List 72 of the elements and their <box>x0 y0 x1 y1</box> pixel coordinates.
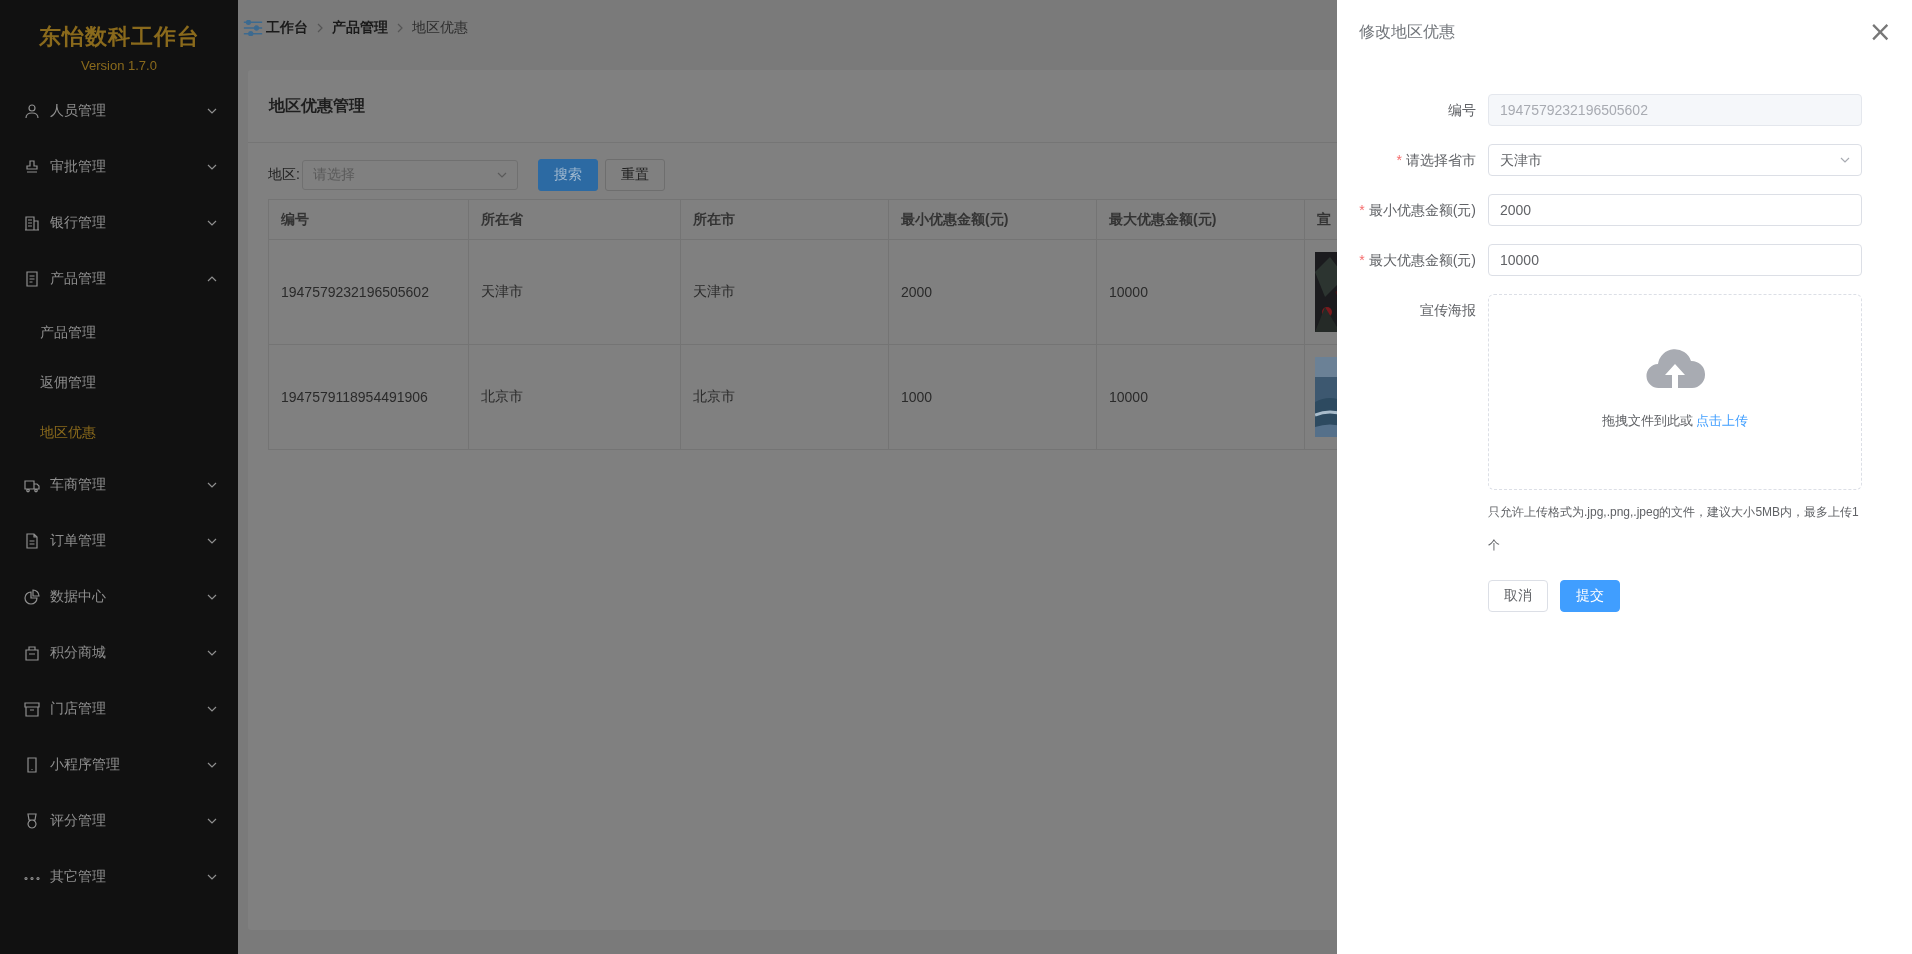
required-mark: * <box>1396 152 1402 168</box>
table-cell: 1947579118954491906 <box>269 345 469 449</box>
chevron-right-icon <box>396 23 404 33</box>
drawer-title: 修改地区优惠 <box>1359 21 1455 42</box>
menu-item[interactable]: 小程序管理 <box>0 737 238 793</box>
sliders-icon[interactable] <box>242 20 264 36</box>
truck-icon <box>24 477 40 493</box>
breadcrumb-item[interactable]: 产品管理 <box>332 19 388 37</box>
file-icon <box>24 533 40 549</box>
menu-item[interactable]: 银行管理 <box>0 195 238 251</box>
column-header: 编号 <box>269 200 469 239</box>
table-cell: 天津市 <box>469 240 681 344</box>
table-cell: 天津市 <box>681 240 889 344</box>
input-field[interactable]: 2000 <box>1488 194 1862 226</box>
field-label: 宣传海报 <box>1420 302 1476 318</box>
menu-item[interactable]: 订单管理 <box>0 513 238 569</box>
menu-item[interactable]: 数据中心 <box>0 569 238 625</box>
menu-item[interactable]: 产品管理 <box>0 251 238 307</box>
table-cell: 10000 <box>1097 240 1305 344</box>
chevron-down-icon <box>496 172 507 178</box>
card-title: 地区优惠管理 <box>269 95 365 116</box>
submenu-item[interactable]: 地区优惠 <box>0 407 96 457</box>
field-label: 请选择省市 <box>1406 152 1476 168</box>
document-icon <box>24 271 40 287</box>
stamp-icon <box>24 159 40 175</box>
menu-item[interactable]: 其它管理 <box>0 849 238 905</box>
table-cell: 10000 <box>1097 345 1305 449</box>
table-cell: 北京市 <box>681 345 889 449</box>
select-field[interactable]: 天津市 <box>1488 144 1862 176</box>
reset-button[interactable]: 重置 <box>604 159 665 191</box>
required-mark: * <box>1359 202 1365 218</box>
field-label: 编号 <box>1448 102 1476 118</box>
column-header: 所在市 <box>681 200 889 239</box>
upload-hint: 拖拽文件到此或 点击上传 <box>1601 412 1749 430</box>
upload-tip: 只允许上传格式为.jpg,.png,.jpeg的文件，建议大小5MB内，最多上传1个 <box>1488 504 1860 554</box>
chevron-down-icon <box>1840 157 1850 163</box>
building-icon <box>24 215 40 231</box>
submenu-item[interactable]: 产品管理 <box>0 307 96 357</box>
upload-area[interactable]: 拖拽文件到此或 点击上传 <box>1488 294 1862 490</box>
pie-chart-icon <box>24 589 40 605</box>
input-field[interactable]: 10000 <box>1488 244 1862 276</box>
column-header: 所在省 <box>469 200 681 239</box>
phone-icon <box>24 757 40 773</box>
column-header: 最大优惠金额(元) <box>1097 200 1305 239</box>
required-mark: * <box>1359 252 1365 268</box>
bag-icon <box>24 645 40 661</box>
menu-item[interactable]: 车商管理 <box>0 457 238 513</box>
dots-icon <box>24 874 40 880</box>
field-label: 最大优惠金额(元) <box>1368 252 1476 268</box>
column-header: 最小优惠金额(元) <box>889 200 1097 239</box>
close-button[interactable]: × <box>1868 20 1892 44</box>
menu-item[interactable]: 人员管理 <box>0 83 238 139</box>
medal-icon <box>24 813 40 829</box>
breadcrumb-item: 地区优惠 <box>412 19 468 37</box>
chevron-right-icon <box>316 23 324 33</box>
menu-item[interactable]: 门店管理 <box>0 681 238 737</box>
version-label: Version 1.7.0 <box>81 58 157 73</box>
filter-label: 地区: <box>268 166 300 184</box>
person-icon <box>24 103 40 119</box>
menu-item[interactable]: 评分管理 <box>0 793 238 849</box>
submenu-item[interactable]: 返佣管理 <box>0 357 96 407</box>
menu-item[interactable]: 审批管理 <box>0 139 238 195</box>
table-cell: 1000 <box>889 345 1097 449</box>
cancel-button[interactable]: 取消 <box>1488 580 1548 612</box>
breadcrumb-item[interactable]: 工作台 <box>266 19 308 37</box>
field-label: 最小优惠金额(元) <box>1368 202 1476 218</box>
table-cell: 1947579232196505602 <box>269 240 469 344</box>
table-cell: 2000 <box>889 240 1097 344</box>
menu-item[interactable]: 积分商城 <box>0 625 238 681</box>
app-title: 东怡数科工作台 <box>38 23 200 51</box>
table-cell: 北京市 <box>469 345 681 449</box>
box-icon <box>24 701 40 717</box>
